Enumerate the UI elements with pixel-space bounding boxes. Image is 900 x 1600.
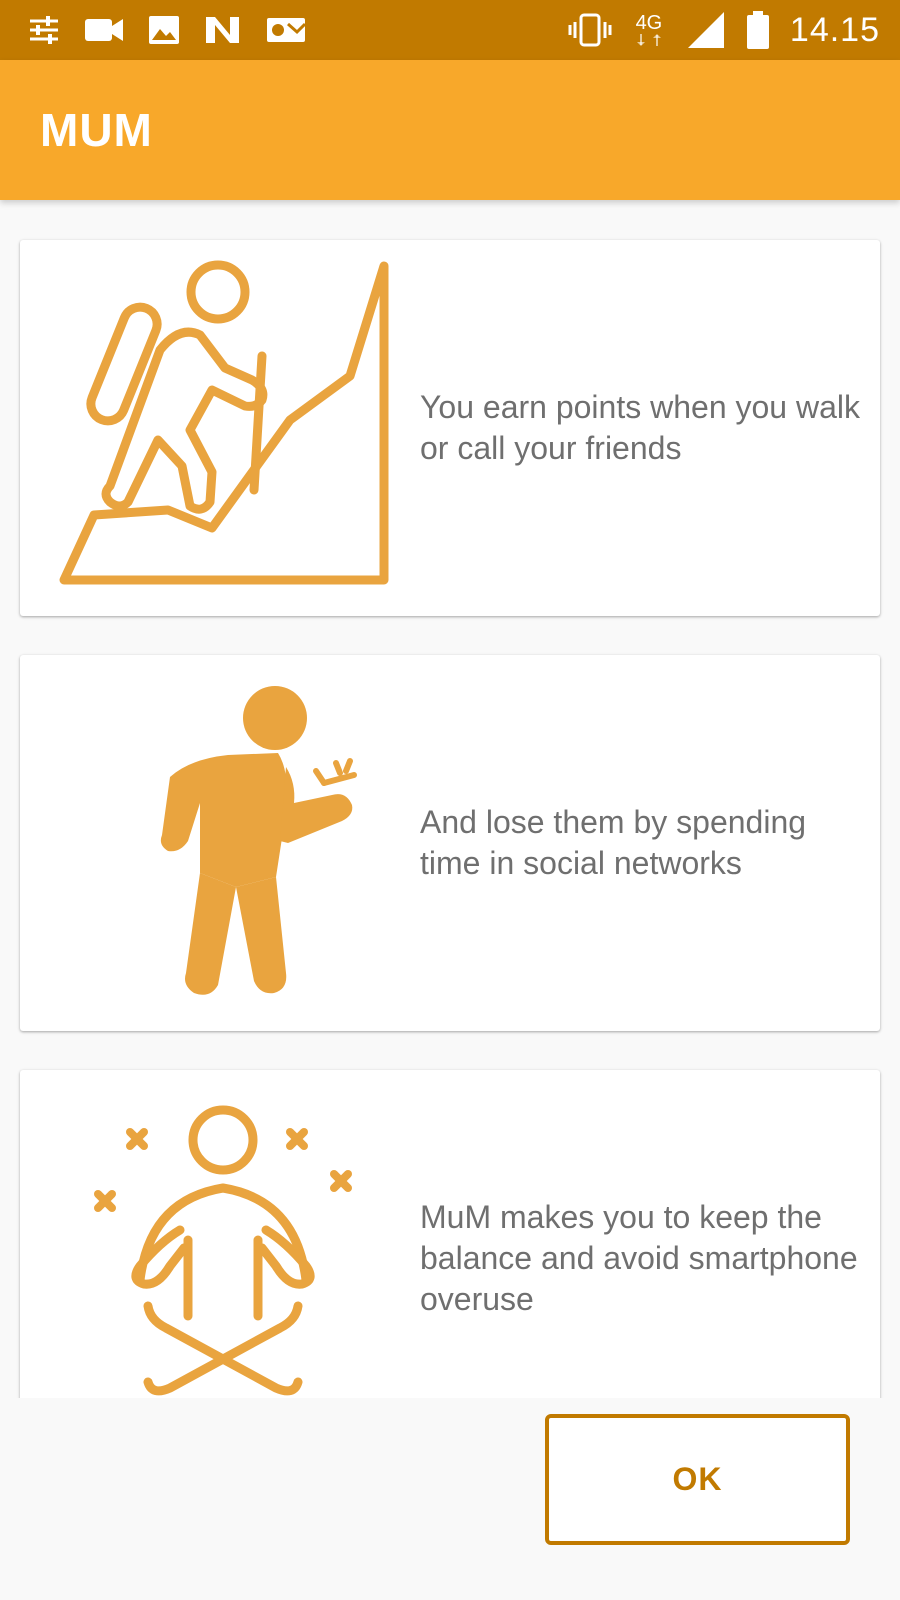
status-bar-system: 4G 14.15 (548, 10, 880, 50)
intro-card-earn-points: You earn points when you walk or call yo… (20, 240, 880, 616)
status-bar-notifications (28, 15, 330, 45)
battery-icon (746, 10, 770, 50)
image-icon (148, 15, 180, 45)
app-bar: MUM (0, 60, 900, 200)
meditation-icon (40, 1070, 400, 1398)
intro-card-lose-points: And lose them by spending time in social… (20, 655, 880, 1031)
signal-icon (686, 10, 726, 50)
intro-card-text: You earn points when you walk or call yo… (420, 389, 860, 466)
tune-icon (28, 15, 60, 45)
ok-button[interactable]: OK (545, 1414, 850, 1545)
network-type-label: 4G (635, 12, 663, 34)
person-using-phone-icon (40, 655, 400, 1031)
video-camera-icon (84, 16, 124, 44)
hiker-climbing-icon (40, 240, 400, 616)
bottom-action-area: OK (0, 1398, 900, 1600)
intro-card-text: And lose them by spending time in social… (420, 804, 807, 881)
clock-time: 14.15 (789, 10, 880, 49)
status-bar: 4G 14.15 (0, 0, 900, 60)
app-title: MUM (40, 104, 153, 156)
network-4g-icon: 4G (632, 13, 666, 47)
intro-card-balance: MuM makes you to keep the balance and av… (20, 1070, 880, 1398)
n-app-icon (204, 15, 242, 45)
outlook-icon (266, 15, 306, 45)
intro-card-text: MuM makes you to keep the balance and av… (420, 1198, 858, 1317)
intro-card-list[interactable]: You earn points when you walk or call yo… (0, 200, 900, 1398)
vibrate-icon (568, 13, 612, 47)
